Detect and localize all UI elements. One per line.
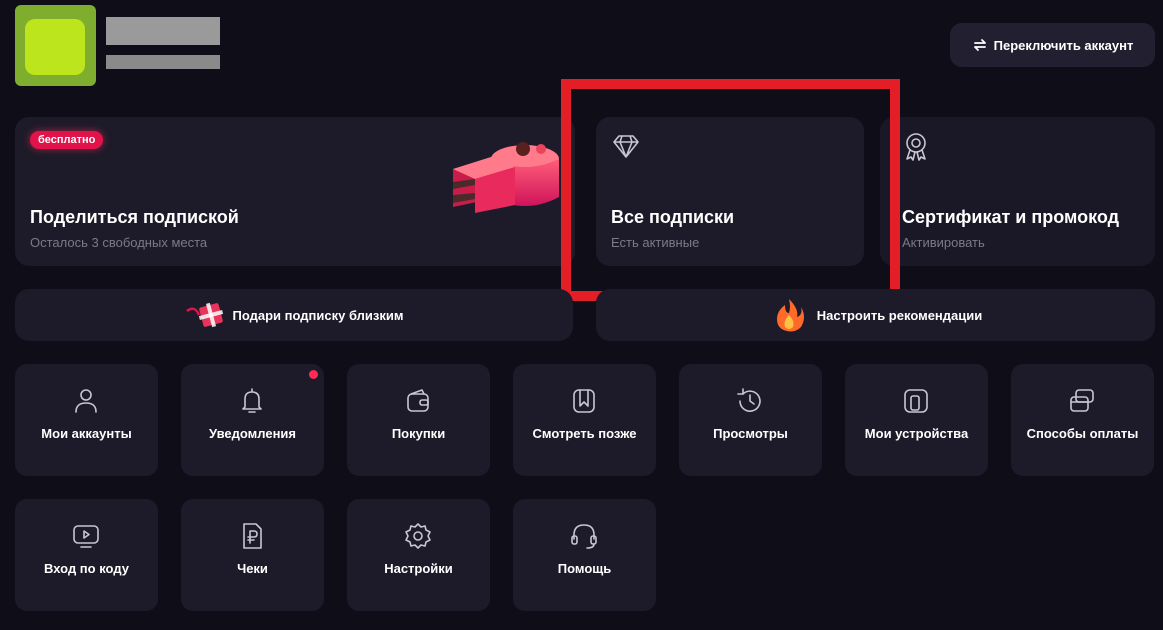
- tile-label: Мои аккаунты: [41, 426, 132, 441]
- gift-button-label: Подари подписку близким: [232, 307, 404, 323]
- tile-label: Чеки: [237, 561, 268, 576]
- diamond-icon: [613, 135, 639, 158]
- history-icon: [737, 388, 761, 412]
- gear-icon: [405, 523, 431, 549]
- tile-login-by-code[interactable]: Вход по коду: [15, 499, 158, 611]
- notification-dot: [309, 370, 318, 379]
- wallet-icon: [407, 389, 429, 412]
- tile-label: Уведомления: [208, 426, 297, 441]
- avatar-image: [25, 19, 85, 75]
- tile-receipts[interactable]: Чеки: [181, 499, 324, 611]
- cake-illustration: [453, 142, 559, 213]
- tile-label: Вход по коду: [44, 561, 129, 576]
- tile-label: Просмотры: [713, 426, 788, 441]
- cards-icon: [1070, 389, 1094, 412]
- share-subscription-card[interactable]: бесплатно Поделиться подпиской Осталось …: [15, 117, 575, 266]
- gift-box-icon: [185, 302, 223, 328]
- share-card-subtitle: Осталось 3 свободных места: [30, 235, 208, 250]
- certificate-card-title: Сертификат и промокод: [902, 207, 1120, 227]
- bell-icon: [242, 388, 262, 413]
- all-subscriptions-card[interactable]: Все подписки Есть активные: [596, 117, 864, 266]
- tile-notifications[interactable]: Уведомления: [181, 364, 324, 476]
- free-badge: бесплатно: [30, 131, 104, 149]
- certificate-promo-card[interactable]: Сертификат и промокод Активировать: [880, 117, 1155, 266]
- tile-label: Настройки: [384, 561, 453, 576]
- tile-label: Смотреть позже: [532, 426, 637, 441]
- subscriptions-card-subtitle: Есть активные: [611, 235, 700, 250]
- tile-label: Мои устройства: [864, 426, 969, 441]
- recommendations-button[interactable]: Настроить рекомендации: [596, 289, 1155, 341]
- tv-play-icon: [73, 525, 99, 548]
- user-icon: [75, 389, 97, 413]
- receipt-icon: [243, 523, 262, 549]
- tile-settings[interactable]: Настройки: [347, 499, 490, 611]
- tile-label: Покупки: [391, 426, 446, 441]
- certificate-card-subtitle: Активировать: [902, 235, 985, 250]
- tile-my-devices[interactable]: Мои устройства: [845, 364, 988, 476]
- bookmark-icon: [573, 389, 595, 413]
- recommendations-button-label: Настроить рекомендации: [816, 307, 983, 323]
- award-ribbon-icon: [906, 133, 926, 161]
- switch-account-label: Переключить аккаунт: [993, 37, 1134, 53]
- switch-account-button[interactable]: Переключить аккаунт: [950, 23, 1155, 67]
- tile-help[interactable]: Помощь: [513, 499, 656, 611]
- tile-my-accounts[interactable]: Мои аккаунты: [15, 364, 158, 476]
- redacted-username: [106, 17, 220, 45]
- tile-watch-later[interactable]: Смотреть позже: [513, 364, 656, 476]
- tile-purchases[interactable]: Покупки: [347, 364, 490, 476]
- gift-subscription-button[interactable]: Подари подписку близким: [15, 289, 573, 341]
- tile-label: Помощь: [557, 561, 612, 576]
- redacted-user-info: [106, 55, 220, 69]
- flame-icon: [776, 299, 804, 332]
- avatar[interactable]: [15, 5, 96, 86]
- tile-label: Способы оплаты: [1026, 426, 1139, 441]
- tile-history[interactable]: Просмотры: [679, 364, 822, 476]
- subscriptions-card-title: Все подписки: [611, 207, 735, 227]
- swap-arrows-icon: [973, 39, 986, 51]
- devices-icon: [904, 389, 928, 413]
- share-card-title: Поделиться подпиской: [30, 207, 239, 227]
- tile-payment-methods[interactable]: Способы оплаты: [1011, 364, 1154, 476]
- headset-icon: [571, 524, 597, 549]
